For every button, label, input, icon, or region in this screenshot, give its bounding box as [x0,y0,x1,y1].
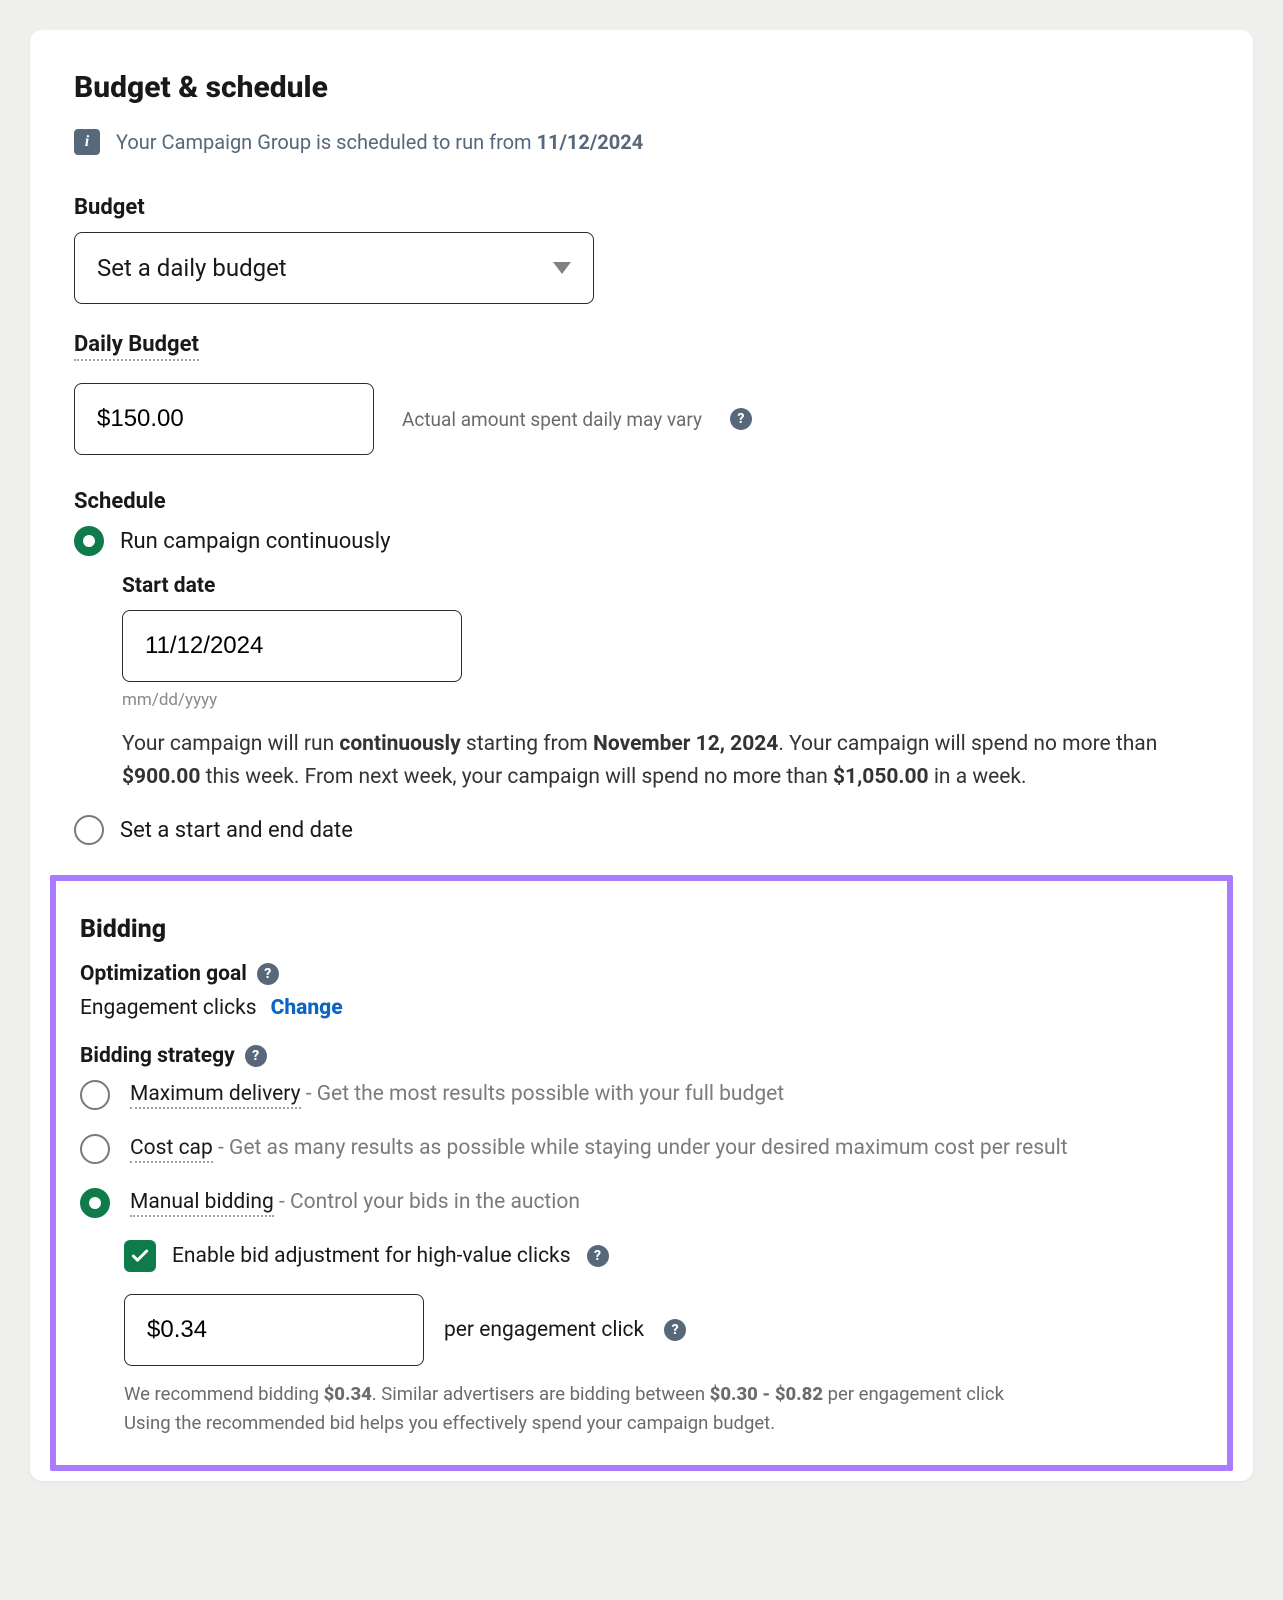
checkbox-bid-adjustment[interactable] [124,1240,156,1272]
strategy-name-cost-cap: Cost cap [130,1136,213,1163]
chevron-down-icon [553,262,571,274]
optimization-goal-value: Engagement clicks [80,996,257,1020]
info-text: Your Campaign Group is scheduled to run … [116,130,537,154]
optimization-goal-label: Optimization goal ? [80,962,1203,986]
strategy-name-manual-bidding: Manual bidding [130,1190,274,1217]
budget-section-label: Budget [74,195,1209,220]
budget-schedule-card: Budget & schedule i Your Campaign Group … [30,30,1253,1481]
start-date-input[interactable] [122,610,462,682]
bid-amount-input[interactable] [124,1294,424,1366]
radio-start-end-date-label: Set a start and end date [120,818,353,843]
help-icon[interactable]: ? [730,408,752,430]
page-title: Budget & schedule [74,70,1209,105]
radio-continuous[interactable] [74,526,104,556]
help-icon[interactable]: ? [664,1319,686,1341]
daily-budget-hint: Actual amount spent daily may vary [402,408,702,431]
bidding-highlight: Bidding Optimization goal ? Engagement c… [50,875,1233,1471]
radio-cost-cap[interactable] [80,1134,110,1164]
bid-recommendation: We recommend bidding $0.34. Similar adve… [124,1380,1203,1437]
budget-type-value: Set a daily budget [97,254,287,282]
help-icon[interactable]: ? [587,1245,609,1267]
radio-start-end-date[interactable] [74,815,104,845]
schedule-section-label: Schedule [74,489,1209,514]
daily-budget-input[interactable] [74,383,374,455]
radio-manual-bidding[interactable] [80,1188,110,1218]
schedule-summary: Your campaign will run continuously star… [122,728,1209,793]
checkbox-bid-adjustment-label: Enable bid adjustment for high-value cli… [172,1244,571,1268]
info-date: 11/12/2024 [537,130,644,154]
bidding-strategy-label: Bidding strategy ? [80,1044,1203,1068]
strategy-name-maximum-delivery: Maximum delivery [130,1082,301,1109]
help-icon[interactable]: ? [245,1045,267,1067]
bid-unit-label: per engagement click [444,1318,644,1342]
daily-budget-label: Daily Budget [74,332,199,361]
campaign-group-info: i Your Campaign Group is scheduled to ru… [74,129,1209,155]
start-date-label: Start date [122,574,1209,598]
budget-type-select[interactable]: Set a daily budget [74,232,594,304]
radio-continuous-label: Run campaign continuously [120,529,391,554]
change-goal-link[interactable]: Change [271,996,343,1020]
help-icon[interactable]: ? [257,963,279,985]
radio-maximum-delivery[interactable] [80,1080,110,1110]
bidding-section-label: Bidding [80,915,1203,944]
start-date-format-hint: mm/dd/yyyy [122,690,1209,710]
info-icon: i [74,129,100,155]
